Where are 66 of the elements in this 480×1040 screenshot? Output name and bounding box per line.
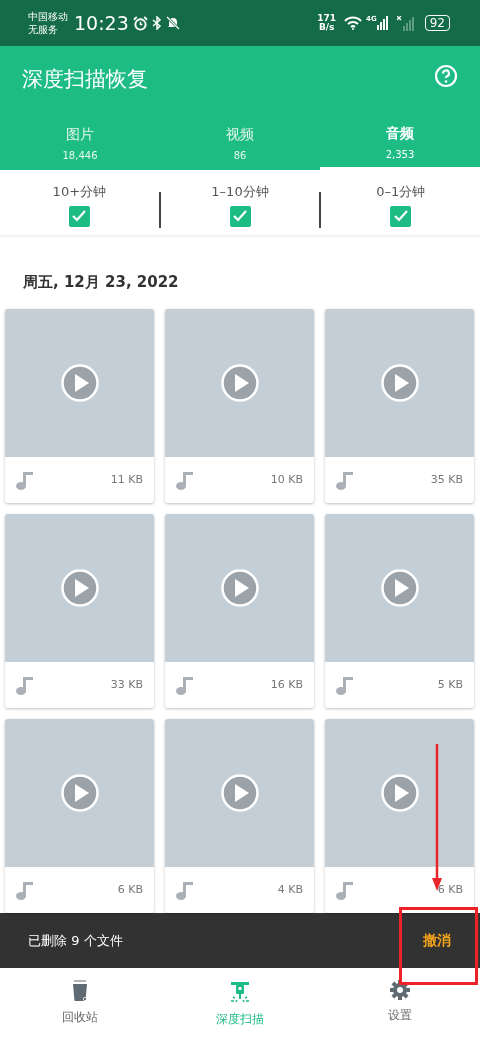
file-size: 4 KB: [277, 881, 303, 898]
duration-label: 10+分钟: [51, 183, 108, 201]
duration-checkbox[interactable]: [229, 205, 251, 227]
play-icon[interactable]: [60, 569, 99, 607]
music-note-icon: [176, 880, 193, 900]
trash-bin-icon: [72, 980, 88, 1002]
music-note-icon: [16, 675, 33, 695]
date-header: 周五, 12月 23, 2022: [22, 272, 180, 293]
duration-checkbox[interactable]: [390, 205, 412, 227]
audio-file-card[interactable]: 6 KB: [325, 719, 474, 913]
nav-tab[interactable]: 回收站: [0, 968, 160, 1040]
play-icon[interactable]: [60, 774, 99, 812]
signal-icon: [376, 16, 389, 30]
nav-tab[interactable]: 深度扫描: [160, 968, 320, 1040]
file-size: 16 KB: [270, 676, 303, 693]
bell-off-icon: [165, 16, 180, 30]
speed-value: 171: [317, 14, 337, 23]
service-status: 无服务: [28, 23, 59, 36]
file-size: 35 KB: [430, 471, 463, 488]
speed-unit: B/s: [317, 23, 336, 32]
bluetooth-icon: [151, 16, 162, 30]
audio-file-card[interactable]: 35 KB: [325, 309, 474, 503]
play-icon[interactable]: [380, 569, 419, 607]
play-icon[interactable]: [380, 364, 419, 402]
music-note-icon: [16, 880, 33, 900]
no-signal-icon: [396, 15, 417, 31]
carrier-name: 中国移动: [28, 10, 68, 23]
duration-label: 0–1分钟: [375, 183, 427, 201]
drill-icon: [228, 980, 252, 1004]
music-note-icon: [16, 470, 33, 490]
alarm-icon: [132, 15, 148, 31]
music-note-icon: [176, 470, 193, 490]
snackbar-message: 已删除 9 个文件: [28, 931, 123, 950]
play-icon[interactable]: [220, 774, 259, 812]
settings-icon: [390, 980, 410, 1000]
file-size: 6 KB: [117, 881, 143, 898]
audio-file-card[interactable]: 33 KB: [5, 514, 154, 708]
play-icon[interactable]: [60, 364, 99, 402]
music-note-icon: [176, 675, 193, 695]
music-note-icon: [336, 675, 353, 695]
play-icon[interactable]: [220, 364, 259, 402]
music-note-icon: [336, 470, 353, 490]
audio-file-card[interactable]: 6 KB: [5, 719, 154, 913]
duration-label: 1–10分钟: [210, 183, 270, 201]
wifi-icon: [344, 16, 363, 30]
battery-indicator: 92: [424, 15, 450, 31]
help-icon[interactable]: [434, 64, 458, 88]
file-size: 5 KB: [437, 676, 463, 693]
category-tab[interactable]: 音频 2,353: [320, 108, 480, 170]
audio-file-card[interactable]: 4 KB: [165, 719, 314, 913]
audio-file-card[interactable]: 10 KB: [165, 309, 314, 503]
play-icon[interactable]: [380, 774, 419, 812]
file-size: 33 KB: [110, 676, 143, 693]
play-icon[interactable]: [220, 569, 259, 607]
file-size: 11 KB: [110, 471, 143, 488]
audio-file-card[interactable]: 16 KB: [165, 514, 314, 708]
file-size: 10 KB: [270, 471, 303, 488]
audio-file-card[interactable]: 5 KB: [325, 514, 474, 708]
page-title: 深度扫描恢复: [22, 66, 148, 93]
duration-checkbox[interactable]: [68, 205, 90, 227]
undo-button[interactable]: 撤消: [423, 930, 451, 951]
file-size: 6 KB: [437, 881, 463, 898]
music-note-icon: [336, 880, 353, 900]
nav-tab[interactable]: 设置: [320, 968, 480, 1040]
clock-time: 10:23: [74, 10, 129, 36]
audio-file-card[interactable]: 11 KB: [5, 309, 154, 503]
